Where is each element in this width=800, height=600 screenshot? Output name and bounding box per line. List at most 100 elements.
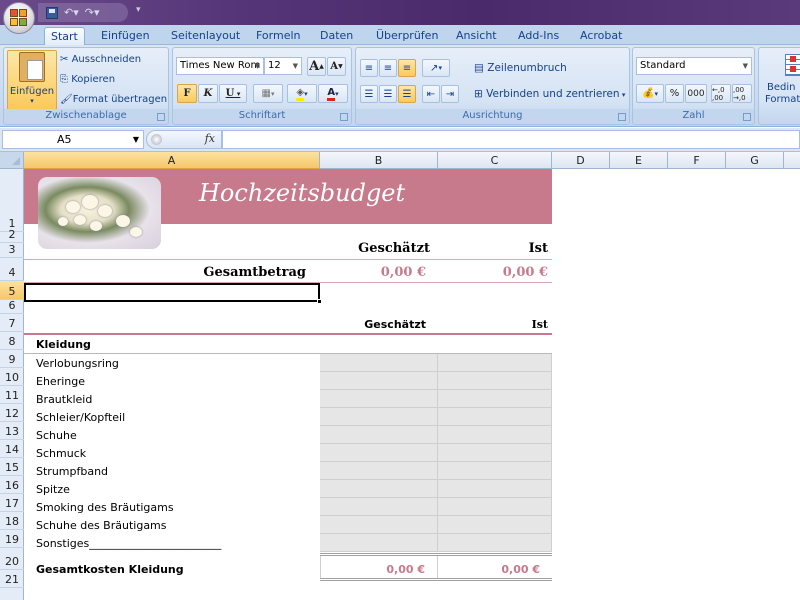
item-estimated-input[interactable] <box>320 498 438 516</box>
item-actual-input[interactable] <box>438 390 552 408</box>
row-header-12[interactable]: 12 <box>0 404 24 422</box>
subtotal-actual[interactable]: 0,00 € <box>438 556 552 578</box>
thousands-button[interactable]: 000 <box>685 84 707 103</box>
row-header-4[interactable]: 4 <box>0 258 24 281</box>
total-estimated[interactable]: 0,00 € <box>320 259 426 282</box>
row-header-17[interactable]: 17 <box>0 494 24 512</box>
item-estimated-input[interactable] <box>320 462 438 480</box>
tab-acrobat[interactable]: Acrobat <box>574 27 628 45</box>
item-actual-input[interactable] <box>438 354 552 372</box>
name-box[interactable]: A5 ▼ <box>2 130 144 149</box>
format-painter-button[interactable]: 🖌Format übertragen <box>60 94 167 105</box>
item-estimated-input[interactable] <box>320 516 438 534</box>
chevron-down-icon[interactable]: ▼ <box>133 131 139 148</box>
font-size-combo[interactable]: 12 ▼ <box>264 57 302 75</box>
item-actual-input[interactable] <box>438 462 552 480</box>
row-header-13[interactable]: 13 <box>0 422 24 440</box>
align-right-button[interactable]: ☰ <box>398 85 416 103</box>
conditional-formatting-button[interactable]: Bedin Formati <box>761 52 800 112</box>
expand-handle-icon[interactable] <box>151 134 162 145</box>
row-header-19[interactable]: 19 <box>0 530 24 548</box>
fill-color-button[interactable]: ◈ ▾ <box>287 84 317 103</box>
row-header-11[interactable]: 11 <box>0 386 24 404</box>
row-header-6[interactable]: 6 <box>0 299 24 314</box>
row-header-16[interactable]: 16 <box>0 476 24 494</box>
row-header-3[interactable]: 3 <box>0 243 24 258</box>
fill-handle[interactable] <box>317 299 322 304</box>
item-estimated-input[interactable] <box>320 534 438 552</box>
row-header-10[interactable]: 10 <box>0 368 24 386</box>
item-actual-input[interactable] <box>438 426 552 444</box>
tab-ueberpruefen[interactable]: Überprüfen <box>370 27 444 45</box>
item-estimated-input[interactable] <box>320 480 438 498</box>
dialog-launcher-icon[interactable] <box>157 113 165 121</box>
item-actual-input[interactable] <box>438 498 552 516</box>
number-format-combo[interactable]: Standard ▼ <box>636 57 752 75</box>
row-header-15[interactable]: 15 <box>0 458 24 476</box>
font-color-button[interactable]: A ▾ <box>318 84 348 103</box>
column-header-h[interactable] <box>784 152 800 169</box>
tab-daten[interactable]: Daten <box>314 27 359 45</box>
shrink-font-button[interactable]: A ▼ <box>327 57 346 76</box>
item-actual-input[interactable] <box>438 372 552 390</box>
decrease-indent-button[interactable]: ⇤ <box>422 85 440 103</box>
cut-button[interactable]: ✂ Ausschneiden <box>60 54 141 65</box>
tab-start[interactable]: Start <box>44 27 85 46</box>
row-header-9[interactable]: 9 <box>0 350 24 368</box>
select-all-button[interactable] <box>0 152 24 169</box>
italic-button[interactable]: K <box>198 84 218 103</box>
row-header-7[interactable]: 7 <box>0 314 24 332</box>
customize-qat-icon[interactable]: ▾ <box>136 5 141 15</box>
item-actual-input[interactable] <box>438 480 552 498</box>
item-actual-input[interactable] <box>438 516 552 534</box>
row-header-8[interactable]: 8 <box>0 332 24 350</box>
currency-button[interactable]: 💰 ▾ <box>636 84 664 103</box>
copy-button[interactable]: ⎘ Kopieren <box>60 74 115 85</box>
merge-center-button[interactable]: ⊞ Verbinden und zentrieren ▾ <box>474 88 625 100</box>
column-header-a[interactable]: A <box>24 152 320 169</box>
font-name-combo[interactable]: Times New Rom ▼ <box>176 57 264 75</box>
column-header-c[interactable]: C <box>438 152 552 169</box>
row-header-18[interactable]: 18 <box>0 512 24 530</box>
column-header-b[interactable]: B <box>320 152 438 169</box>
selected-cell-a5[interactable] <box>24 283 320 302</box>
office-button[interactable] <box>3 2 35 34</box>
column-header-f[interactable]: F <box>668 152 726 169</box>
undo-icon[interactable]: ↶▾ <box>64 7 79 18</box>
row-header-1[interactable]: 1 <box>0 169 24 232</box>
row-header-20[interactable]: 20 <box>0 548 24 570</box>
underline-button[interactable]: U ▾ <box>219 84 247 103</box>
item-estimated-input[interactable] <box>320 408 438 426</box>
paste-dropdown-icon[interactable]: ▾ <box>30 97 34 105</box>
tab-formeln[interactable]: Formeln <box>250 27 307 45</box>
borders-button[interactable]: ▦ ▾ <box>253 84 283 103</box>
insert-function-icon[interactable]: fx <box>205 132 215 145</box>
item-estimated-input[interactable] <box>320 354 438 372</box>
paste-button[interactable]: Einfügen ▾ <box>7 50 57 110</box>
item-estimated-input[interactable] <box>320 426 438 444</box>
item-estimated-input[interactable] <box>320 390 438 408</box>
item-actual-input[interactable] <box>438 408 552 426</box>
item-estimated-input[interactable] <box>320 444 438 462</box>
row-header-2[interactable]: 2 <box>0 228 24 243</box>
total-actual[interactable]: 0,00 € <box>438 259 548 282</box>
save-icon[interactable] <box>46 6 58 19</box>
orientation-button[interactable]: ↗ ▾ <box>422 59 450 77</box>
subtotal-estimated[interactable]: 0,00 € <box>320 556 438 578</box>
tab-einfuegen[interactable]: Einfügen <box>95 27 156 45</box>
grow-font-button[interactable]: A ▲ <box>307 57 326 76</box>
row-header-5[interactable]: 5 <box>0 281 24 300</box>
decrease-decimal-button[interactable]: ,00 →,0 <box>732 84 752 103</box>
tab-seitenlayout[interactable]: Seitenlayout <box>165 27 246 45</box>
item-estimated-input[interactable] <box>320 372 438 390</box>
column-header-e[interactable]: E <box>610 152 668 169</box>
dialog-launcher-icon[interactable] <box>618 113 626 121</box>
wrap-text-button[interactable]: ▤ Zeilenumbruch <box>474 62 567 74</box>
item-actual-input[interactable] <box>438 444 552 462</box>
formula-input[interactable] <box>222 130 800 149</box>
row-header-14[interactable]: 14 <box>0 440 24 458</box>
tab-add-ins[interactable]: Add-Ins <box>512 27 565 45</box>
dialog-launcher-icon[interactable] <box>340 113 348 121</box>
percent-button[interactable]: % <box>665 84 684 103</box>
row-header-21[interactable]: 21 <box>0 570 24 588</box>
